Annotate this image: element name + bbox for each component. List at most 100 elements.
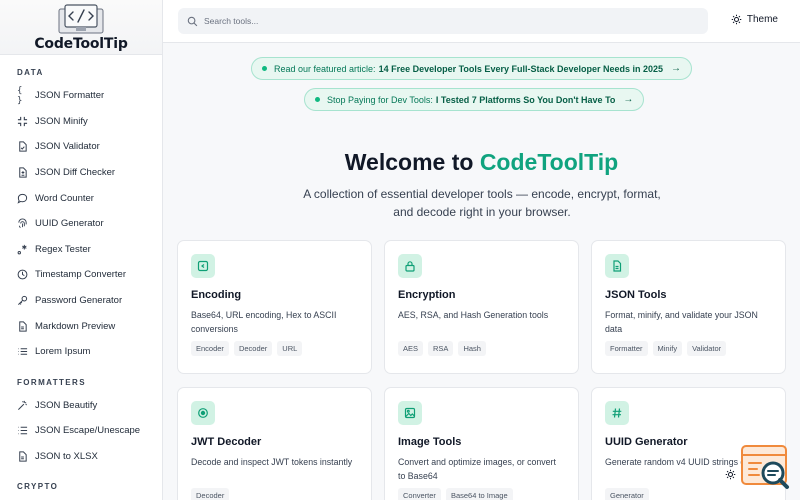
search-box[interactable] (178, 8, 708, 34)
sidebar-item-json-escape-unescape[interactable]: JSON Escape/Unescape (0, 418, 162, 444)
tool-card-jwt-decoder[interactable]: JWT Decoder Decode and inspect JWT token… (177, 387, 372, 500)
sidebar-item-word-counter[interactable]: Word Counter (0, 185, 162, 211)
sidebar-item-label: JSON Diff Checker (35, 167, 116, 179)
braces-icon: { } (17, 85, 23, 106)
file-check-icon (17, 141, 28, 153)
tag: Hash (458, 341, 486, 356)
card-title: JWT Decoder (191, 436, 262, 448)
sidebar-item-label: JSON Escape/Unescape (35, 425, 141, 437)
page-title-prefix: Welcome to (344, 149, 474, 175)
card-description: AES, RSA, and Hash Generation tools (398, 310, 549, 320)
sidebar-item-label: Lorem Ipsum (35, 346, 91, 358)
featured-article-banner[interactable]: Read our featured article: 14 Free Devel… (251, 57, 693, 80)
card-tags: Formatter Minify Validator (605, 341, 772, 356)
lock-icon (398, 254, 422, 278)
key-icon (17, 295, 28, 306)
card-description: Base64, URL encoding, Hex to ASCII conve… (191, 310, 337, 334)
sidebar-item-label: Regex Tester (35, 243, 91, 255)
banner-prefix: Stop Paying for Dev Tools: (327, 94, 433, 105)
escape-icon (17, 425, 28, 436)
card-title: Encoding (191, 289, 242, 301)
sun-icon (731, 14, 742, 25)
card-description: Decode and inspect JWT tokens instantly (191, 457, 353, 467)
tag: Validator (687, 341, 727, 356)
card-tags: Encoder Decoder URL (191, 341, 358, 356)
banner-highlight: 14 Free Developer Tools Every Full-Stack… (378, 63, 664, 74)
page-title-accent: CodeToolTip (479, 149, 619, 175)
sidebar-item-label: JSON Beautify (35, 399, 98, 411)
card-description: Format, minify, and validate your JSON d… (605, 310, 758, 334)
file-text-icon (17, 321, 28, 332)
section-title-formatters: FORMATTERS (17, 377, 86, 387)
wand-icon (17, 400, 28, 411)
search-icon (187, 16, 198, 26)
banner-highlight: I Tested 7 Platforms So You Don't Have T… (435, 94, 616, 105)
sidebar-item-password-generator[interactable]: Password Generator (0, 288, 162, 314)
chat-icon (17, 193, 28, 204)
sidebar-item-uuid-generator[interactable]: UUID Generator (0, 211, 162, 237)
sidebar: CodeToolTip DATA { } JSON Formatter JSON… (0, 0, 163, 500)
file-icon (605, 254, 629, 278)
file-diff-icon (17, 167, 28, 178)
sidebar-item-json-diff-checker[interactable]: JSON Diff Checker (0, 160, 162, 186)
floating-theme-toggle[interactable] (718, 462, 742, 486)
arrow-right-icon: → (623, 94, 634, 105)
tool-card-json-tools[interactable]: JSON Tools Format, minify, and validate … (591, 240, 786, 374)
card-tags: Converter Base64 to Image (398, 488, 565, 500)
sidebar-item-json-formatter[interactable]: { } JSON Formatter (0, 83, 162, 109)
tag: Base64 to Image (445, 488, 513, 500)
theme-label: Theme (746, 14, 778, 25)
topbar: Theme (163, 0, 800, 43)
brand-name: CodeToolTip (34, 35, 128, 52)
sidebar-item-label: Password Generator (35, 295, 123, 307)
fingerprint-icon (17, 218, 28, 229)
sidebar-item-markdown-preview[interactable]: Markdown Preview (0, 313, 162, 339)
sidebar-item-label: JSON to XLSX (35, 451, 98, 463)
section-title-data: DATA (17, 68, 44, 77)
brand-logo-icon (58, 3, 104, 33)
sidebar-item-regex-tester[interactable]: Regex Tester (0, 237, 162, 263)
image-icon (398, 401, 422, 425)
sidebar-item-label: Markdown Preview (35, 320, 116, 332)
sidebar-item-label: UUID Generator (35, 218, 104, 230)
theme-button[interactable]: Theme (731, 14, 778, 25)
arrow-right-icon: → (671, 63, 682, 74)
card-title: JSON Tools (605, 289, 667, 301)
tool-card-encoding[interactable]: Encoding Base64, URL encoding, Hex to AS… (177, 240, 372, 374)
target-icon (191, 401, 215, 425)
status-dot (315, 97, 320, 102)
tag: Encoder (191, 341, 229, 356)
tool-card-image-tools[interactable]: Image Tools Convert and optimize images,… (384, 387, 579, 500)
sidebar-item-timestamp-converter[interactable]: Timestamp Converter (0, 262, 162, 288)
sidebar-item-json-to-xlsx[interactable]: JSON to XLSX (0, 444, 162, 470)
list-icon (17, 346, 28, 357)
tag: Converter (398, 488, 441, 500)
sun-icon (725, 469, 735, 479)
main-content: Read our featured article: 14 Free Devel… (163, 43, 800, 500)
sidebar-item-label: JSON Minify (35, 115, 88, 127)
status-dot (262, 66, 267, 71)
sidebar-item-json-beautify[interactable]: JSON Beautify (0, 393, 162, 419)
brand-logo[interactable]: CodeToolTip (0, 0, 162, 55)
floating-search-widget-icon[interactable] (740, 444, 792, 492)
sidebar-item-json-minify[interactable]: JSON Minify (0, 109, 162, 135)
banner-prefix: Read our featured article: (274, 63, 376, 74)
card-description: Convert and optimize images, or convert … (398, 457, 556, 481)
search-input[interactable] (204, 16, 684, 26)
tool-card-encryption[interactable]: Encryption AES, RSA, and Hash Generation… (384, 240, 579, 374)
code-square-icon (191, 254, 215, 278)
tag: Decoder (191, 488, 230, 500)
hash-icon (605, 401, 629, 425)
sidebar-item-label: JSON Formatter (35, 90, 105, 102)
sidebar-item-label: Timestamp Converter (35, 269, 126, 281)
tag: RSA (428, 341, 454, 356)
sidebar-item-json-validator[interactable]: JSON Validator (0, 134, 162, 160)
card-title: Image Tools (398, 436, 462, 448)
regex-icon (17, 244, 28, 255)
file-xlsx-icon (17, 451, 28, 462)
tag: AES (398, 341, 424, 356)
tag: Formatter (605, 341, 648, 356)
clock-icon (17, 269, 28, 280)
dev-tools-article-banner[interactable]: Stop Paying for Dev Tools: I Tested 7 Pl… (304, 88, 645, 111)
sidebar-item-lorem-ipsum[interactable]: Lorem Ipsum (0, 339, 162, 365)
